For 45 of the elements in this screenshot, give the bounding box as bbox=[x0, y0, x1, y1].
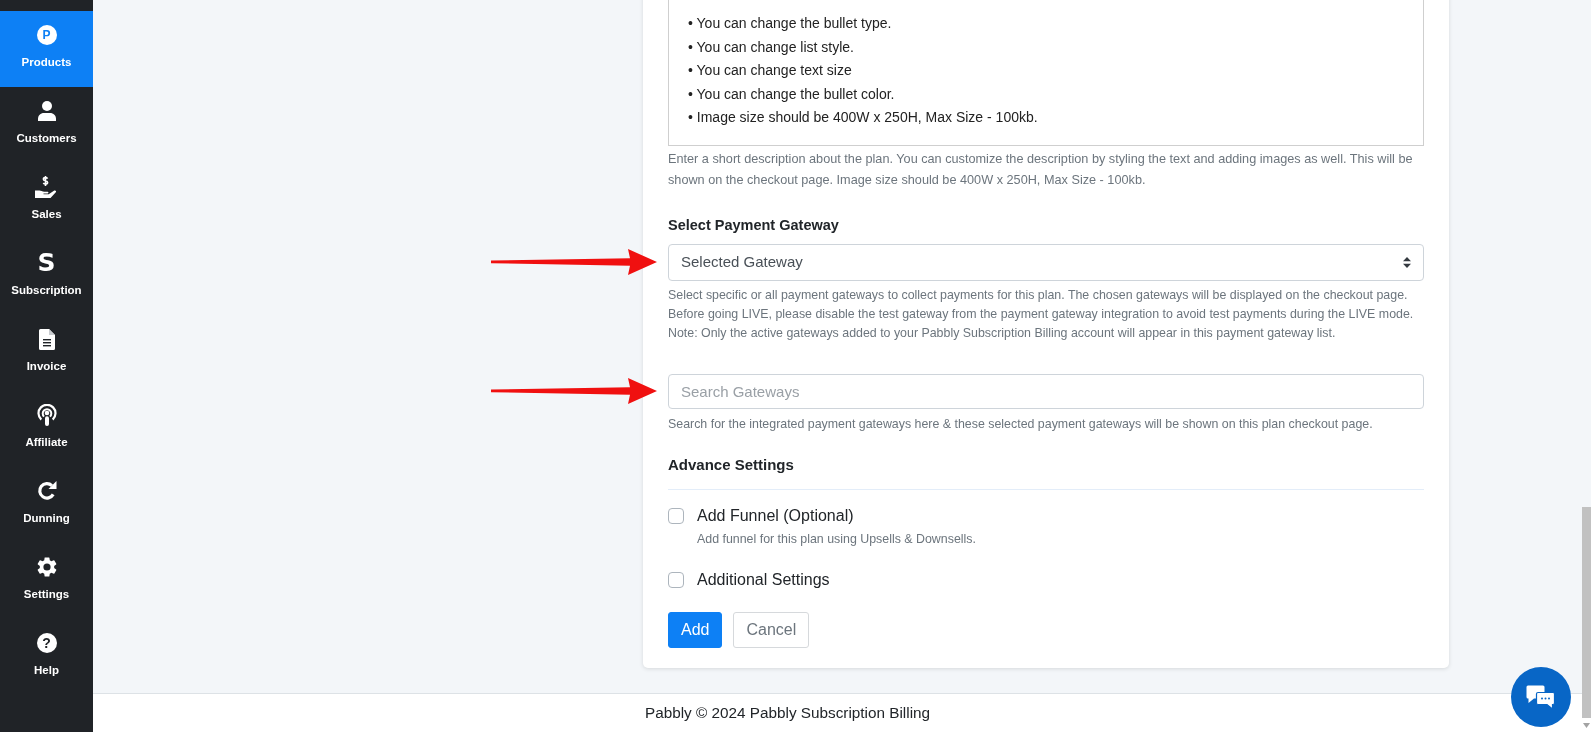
sidebar-item[interactable]: Settings bbox=[0, 543, 93, 619]
gateway-search-field[interactable]: Search Gateways bbox=[668, 373, 1424, 409]
help-icon: ? bbox=[36, 633, 57, 653]
scroll-down-icon[interactable] bbox=[1583, 722, 1590, 728]
settings-icon bbox=[36, 557, 57, 577]
note-text: Note: Only the active gateways added to your Pabbly Subscription Billing account will appear in this payment gateway list. bbox=[668, 324, 1337, 342]
help-text: Search for the integrated payment gateways here & these selected payment gateways will be shown on this plan checkout page. bbox=[668, 415, 1374, 433]
editor-text-line: • You can change list style. bbox=[688, 37, 855, 57]
scrollbar-thumb[interactable] bbox=[1582, 507, 1591, 718]
sidebar-item[interactable]: Customers bbox=[0, 87, 93, 163]
editor-text-line: • You can change text size bbox=[688, 61, 853, 81]
checkbox-label[interactable]: Add Funnel (Optional) bbox=[697, 503, 854, 528]
add-button[interactable]: Add bbox=[668, 611, 723, 648]
podcast-icon bbox=[36, 404, 57, 426]
field-label: Select Payment Gateway bbox=[668, 215, 840, 235]
checkbox[interactable] bbox=[668, 571, 684, 588]
sort-caret-icon bbox=[1403, 256, 1411, 268]
help-text: Enter a short description about the plan. You can customize the description by styling the text and adding images as well. This will be shown on the checkout page. Image size should be 400W x 250H, Max Size - 100kb. bbox=[668, 150, 1414, 189]
sidebar-item[interactable]: Affiliate bbox=[0, 391, 93, 467]
chat-bubbles-icon bbox=[1526, 684, 1556, 710]
document-icon bbox=[38, 328, 55, 350]
redo-icon bbox=[36, 481, 57, 501]
editor-text-line: • You can change the bullet type. bbox=[688, 14, 893, 33]
gateway-select[interactable]: Selected Gateway bbox=[668, 243, 1424, 281]
checkbox[interactable] bbox=[668, 507, 684, 524]
sidebar-item[interactable]: P Products bbox=[0, 11, 93, 87]
hand-money-icon bbox=[35, 176, 58, 198]
chat-button[interactable] bbox=[1511, 667, 1571, 727]
editor-text-line: • You can change the bullet color. bbox=[688, 84, 896, 104]
help-text: Select specific or all payment gateways to collect payments for this plan. The chosen gateways will be displayed on the checkout page. Before going LIVE, please disable the test gateway from the payment gateway integration to avoid test payments during the LIVE mode. bbox=[668, 286, 1415, 323]
description-editor[interactable]: • You can change the bullet type. • You can change list style. • You can change text size • You can change the bullet color. • Image size should be 400W x 250H, Max Size - 100kb. bbox=[668, 0, 1424, 146]
editor-text-line: • Image size should be 400W x 250H, Max Size - 100kb. bbox=[688, 108, 1039, 128]
cancel-button[interactable]: Cancel bbox=[733, 611, 810, 648]
section-heading: Advance Settings bbox=[668, 454, 794, 475]
sidebar-item[interactable]: S Subscription bbox=[0, 239, 93, 315]
sidebar-item[interactable]: Dunning bbox=[0, 467, 93, 543]
sidebar-item[interactable]: Sales bbox=[0, 163, 93, 239]
letter-icon: S bbox=[37, 252, 56, 274]
checkbox-label[interactable]: Additional Settings bbox=[697, 567, 830, 592]
sidebar-item[interactable]: Invoice bbox=[0, 315, 93, 391]
person-icon bbox=[37, 101, 56, 121]
help-text: Add funnel for this plan using Upsells & Downsells. bbox=[697, 530, 977, 548]
sidebar-item[interactable]: ? Help bbox=[0, 619, 93, 695]
copyright-text: Pabbly © 2024 Pabbly Subscription Billing bbox=[645, 702, 931, 723]
letter-badge-icon: P bbox=[36, 25, 57, 45]
